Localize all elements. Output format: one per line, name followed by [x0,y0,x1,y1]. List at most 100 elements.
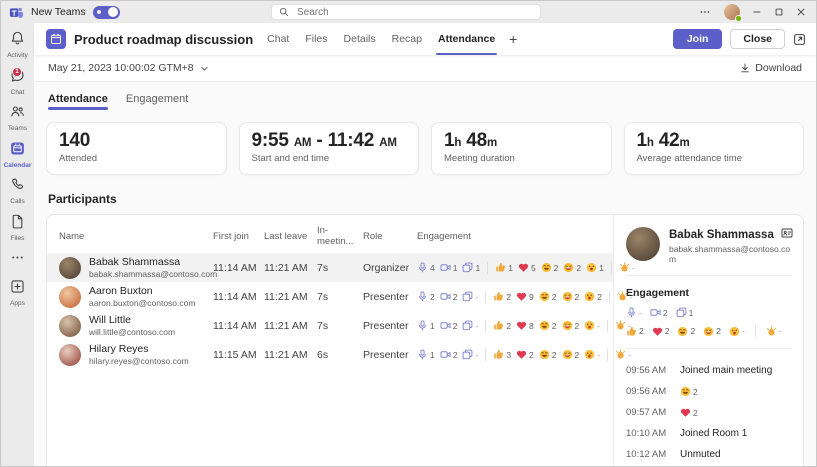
ellipsis-icon [9,249,26,266]
engagement-count: 1 [430,321,435,331]
sidebar: Activity1ChatTeamsCalendarCallsFiles Apps [1,23,34,466]
engagement-share: - [462,291,478,302]
table-row[interactable]: Will Littlewill.little@contoso.com11:14 … [47,311,613,340]
sidebar-item-files[interactable]: Files [1,209,34,246]
file-icon [9,213,26,230]
engagement-laugh: 2 [541,262,559,273]
engagement-count: 1 [430,350,435,360]
heart-icon [518,262,529,273]
engagement-count: 2 [690,326,695,336]
laugh-icon [680,386,691,397]
report-tab-engagement[interactable]: Engagement [126,93,188,110]
user-avatar[interactable] [724,4,740,20]
engagement-surprised: - [584,320,600,331]
engagement-count: 1 [475,263,480,273]
detail-reactions-row: 2222-- [626,325,791,337]
search-bar[interactable] [271,4,541,20]
in-meeting-duration: 7s [317,291,359,303]
sidebar-item-activity[interactable]: Activity [1,26,34,63]
tab-details[interactable]: Details [344,23,376,55]
engagement-count: 2 [554,263,559,273]
new-teams-toggle[interactable] [93,6,120,19]
joy-icon [562,320,573,331]
sidebar-item-calendar[interactable]: Calendar [1,136,34,173]
engagement-joy: 2 [563,262,581,273]
participant-email: will.little@contoso.com [89,327,175,337]
engagement-count: 2 [575,350,580,360]
engagement-count: 1 [453,263,458,273]
detail-media-row: -21 [626,307,791,318]
participants-table: NameFirst joinLast leaveIn-meetin...Role… [47,215,613,466]
engagement-camera: 2 [650,307,668,318]
close-button[interactable]: Close [730,29,785,49]
engagement-like: 2 [626,326,644,337]
join-button[interactable]: Join [673,29,723,49]
engagement-laugh: 2 [680,386,698,397]
teams-window: New Teams Activity1ChatTeamsCalendarCall… [0,0,817,467]
presence-available-icon [735,15,742,22]
sidebar-item-chat[interactable]: 1Chat [1,63,34,100]
tab-chat[interactable]: Chat [267,23,289,55]
close-window-button[interactable] [796,7,806,17]
report-tab-attendance[interactable]: Attendance [48,93,108,110]
engagement-like: 2 [493,291,511,302]
engagement-camera: 1 [440,262,458,273]
divider [607,349,608,361]
meeting-date-selector[interactable]: May 21, 2023 10:00:02 GTM+8 [48,62,209,74]
timeline-time: 09:56 AM [626,365,671,376]
divider [755,325,756,337]
first-join: 11:14 AM [213,291,260,303]
contact-card-icon[interactable] [781,227,793,242]
sidebar-item-calls[interactable]: Calls [1,172,34,209]
joy-icon [562,291,573,302]
tab-attendance[interactable]: Attendance [438,23,495,55]
minimize-button[interactable] [752,7,762,17]
participant-email: hilary.reyes@contoso.com [89,356,189,366]
avatar [59,286,81,308]
engagement-count: 2 [552,350,557,360]
participant-detail-panel: Babak Shammassa babak.shammassa@contoso.… [613,215,803,466]
table-row[interactable]: Hilary Reyeshilary.reyes@contoso.com11:1… [47,340,613,369]
engagement-count: - [742,326,745,336]
bell-icon [9,30,26,47]
tab-recap[interactable]: Recap [392,23,422,55]
engagement-heart: 2 [652,326,670,337]
camera-icon [440,349,451,360]
open-in-window-icon[interactable] [793,33,806,46]
heart-icon [516,291,527,302]
table-row[interactable]: Babak Shammassababak.shammassa@contoso.c… [47,253,613,282]
maximize-button[interactable] [774,7,784,17]
timeline-time: 09:57 AM [626,407,671,418]
last-leave: 11:21 AM [264,262,313,274]
engagement-heart: 9 [516,291,534,302]
table-row[interactable]: Aaron Buxtonaaron.buxton@contoso.com11:1… [47,282,613,311]
titlebar-more-button[interactable] [698,5,712,19]
sidebar-item-more[interactable] [1,245,34,274]
engagement-count: 4 [430,263,435,273]
chevron-down-icon [200,64,209,73]
engagement-count: 5 [531,263,536,273]
tab-files[interactable]: Files [305,23,327,55]
sidebar-item-teams[interactable]: Teams [1,99,34,136]
summary-card: 140Attended [46,122,227,175]
engagement-count: 2 [506,292,511,302]
first-join: 11:14 AM [213,320,260,332]
engagement-camera: 2 [440,291,458,302]
surprised-icon [729,326,740,337]
engagement-count: 2 [552,292,557,302]
first-join: 11:15 AM [213,349,260,361]
phone-icon [9,176,26,193]
engagement-count: 2 [693,387,698,397]
download-button[interactable]: Download [740,62,802,74]
add-tab-button[interactable]: + [509,32,517,46]
share-icon [462,291,473,302]
joy-icon [703,326,714,337]
engagement-like: 3 [493,349,511,360]
engagement-clap: - [766,326,782,337]
participant-email: aaron.buxton@contoso.com [89,298,195,308]
search-input[interactable] [295,6,533,19]
engagement-count: 9 [529,292,534,302]
summary-card: 1h 48mMeeting duration [431,122,612,175]
sidebar-item-apps[interactable]: Apps [1,274,34,311]
divider [485,291,486,303]
